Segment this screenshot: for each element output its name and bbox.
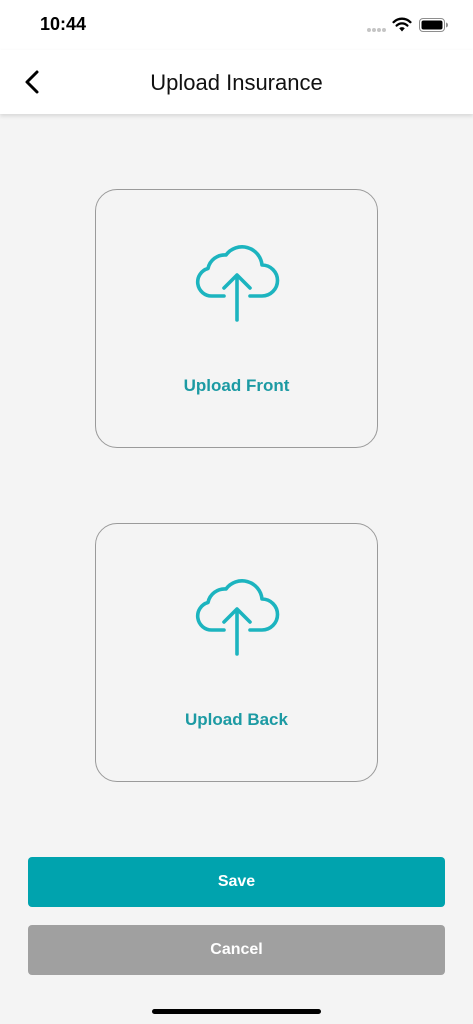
upload-back-label: Upload Back bbox=[185, 710, 288, 729]
page-title: Upload Insurance bbox=[150, 70, 323, 95]
cloud-upload-icon bbox=[195, 579, 280, 656]
cancel-button[interactable]: Cancel bbox=[28, 925, 445, 975]
header-bar: Upload Insurance bbox=[0, 50, 473, 114]
upload-back-card[interactable]: Upload Back bbox=[95, 523, 378, 782]
battery-icon bbox=[419, 18, 448, 32]
status-time: 10:44 bbox=[40, 14, 87, 34]
upload-front-label: Upload Front bbox=[183, 376, 290, 395]
home-indicator bbox=[152, 1009, 321, 1014]
upload-insurance-screen: 10:44 Upload Insurance Upload Front Uplo… bbox=[0, 0, 473, 1024]
wifi-icon bbox=[392, 17, 412, 32]
status-bar: 10:44 bbox=[0, 0, 473, 50]
upload-front-card[interactable]: Upload Front bbox=[95, 189, 378, 448]
save-button[interactable]: Save bbox=[28, 857, 445, 907]
cloud-upload-icon bbox=[195, 245, 280, 322]
cellular-signal-icon bbox=[367, 28, 387, 32]
